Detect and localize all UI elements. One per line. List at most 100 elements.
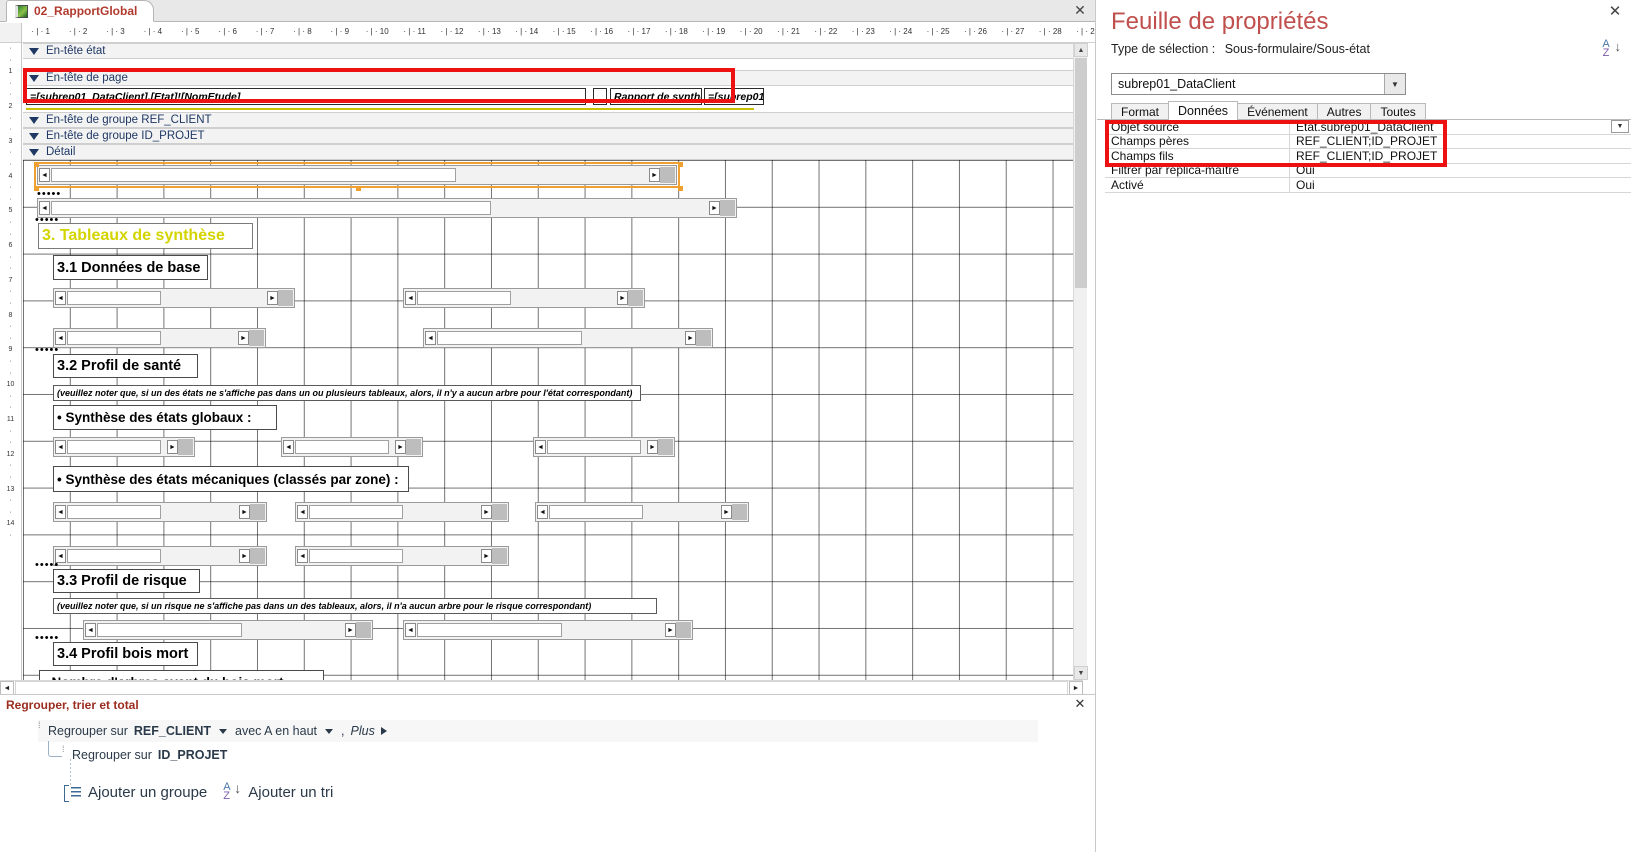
scroll-up-icon[interactable]: ▲ xyxy=(1074,43,1088,57)
scroll-thumb[interactable] xyxy=(406,439,421,455)
subrep-textbox-right[interactable]: =[subrep01 xyxy=(704,88,764,105)
canvas-vertical-scrollbar[interactable]: ▲ ▼ xyxy=(1073,43,1088,680)
section-31-title-label[interactable]: 3.1 Données de base xyxy=(53,255,208,280)
scroll-thumb[interactable] xyxy=(732,504,747,520)
add-sort-button[interactable]: A Z ↓ Ajouter un tri xyxy=(223,781,333,802)
section-header-report[interactable]: En-tête état xyxy=(23,43,1083,59)
scroll-right-icon[interactable]: ► xyxy=(481,549,492,563)
control-move-handle[interactable]: ••••• xyxy=(35,560,59,571)
scroll-right-icon[interactable]: ► xyxy=(617,291,628,305)
section-header-group-refclient[interactable]: En-tête de groupe REF_CLIENT xyxy=(23,112,1083,128)
scroll-left-icon[interactable]: ◄ xyxy=(55,291,66,305)
tab-format[interactable]: Format xyxy=(1111,103,1170,120)
horizontal-scroll-track[interactable] xyxy=(15,681,1068,695)
scroll-right-icon[interactable]: ► xyxy=(167,440,178,454)
scroll-thumb[interactable] xyxy=(249,330,264,346)
note-33-label[interactable]: (veuillez noter que, si un risque ne s'a… xyxy=(53,598,657,614)
scroll-right-icon[interactable]: ► xyxy=(647,440,658,454)
section-header-group-idprojet[interactable]: En-tête de groupe ID_PROJET xyxy=(23,128,1083,144)
subreport-control[interactable]: ◄ ► xyxy=(53,288,295,308)
document-tab-rapportglobal[interactable]: 02_RapportGlobal xyxy=(6,0,155,22)
rapport-synthese-label[interactable]: Rapport de synthèse xyxy=(610,88,702,105)
row-drag-handle[interactable]: ⁞ xyxy=(38,721,42,739)
scroll-thumb[interactable] xyxy=(356,622,371,638)
scroll-thumb[interactable] xyxy=(676,622,691,638)
bullet-bois-mort-label[interactable]: • Nombre d'arbres ayant du bois mort : xyxy=(39,670,324,680)
group-more-arrow-icon[interactable] xyxy=(380,727,387,735)
row-drag-handle[interactable]: ⁞ xyxy=(62,745,66,763)
scroll-thumb[interactable] xyxy=(492,504,507,520)
scroll-left-icon[interactable]: ◄ xyxy=(537,505,548,519)
tab-evenement[interactable]: Événement xyxy=(1237,103,1318,120)
group-row-refclient[interactable]: ⁞ Regrouper sur REF_CLIENT avec A en hau… xyxy=(38,720,1038,742)
scroll-thumb[interactable] xyxy=(492,548,507,564)
scroll-right-icon[interactable]: ► xyxy=(665,623,676,637)
control-move-handle[interactable]: ••••• xyxy=(37,189,61,200)
control-move-handle[interactable]: ••••• xyxy=(35,345,59,356)
scroll-right-icon[interactable]: ► xyxy=(721,505,732,519)
subreport-control[interactable]: ◄ ► xyxy=(83,620,373,640)
scroll-left-icon[interactable]: ◄ xyxy=(283,440,294,454)
subreport-control[interactable]: ◄ ► xyxy=(295,502,509,522)
subreport-control[interactable]: ◄ ► xyxy=(403,620,693,640)
scroll-left-icon[interactable]: ◄ xyxy=(297,505,308,519)
group-order-dropdown-icon[interactable] xyxy=(325,728,334,734)
group-order-label[interactable]: avec A en haut xyxy=(235,724,317,738)
scroll-thumb[interactable] xyxy=(628,290,643,306)
scroll-left-icon[interactable]: ◄ xyxy=(39,201,50,215)
scroll-right-icon[interactable]: ► xyxy=(709,201,720,215)
section-33-title-label[interactable]: 3.3 Profil de risque xyxy=(53,569,200,593)
property-row-champs-fils[interactable]: Champs fils REF_CLIENT;ID_PROJET xyxy=(1105,148,1631,164)
subreport-control[interactable]: ◄ ► xyxy=(37,198,737,218)
note-32-label[interactable]: (veuillez noter que, si un des états ne … xyxy=(53,385,641,401)
section-34-title-label[interactable]: 3.4 Profil bois mort xyxy=(53,642,198,666)
property-row-champs-peres[interactable]: Champs pères REF_CLIENT;ID_PROJET xyxy=(1105,134,1631,149)
scroll-thumb[interactable] xyxy=(178,439,193,455)
subreport-control[interactable]: ◄ ► xyxy=(423,328,713,348)
scroll-left-icon[interactable]: ◄ xyxy=(55,505,66,519)
add-group-button[interactable]: Ajouter un groupe xyxy=(64,784,207,802)
control-move-handle[interactable]: ••••• xyxy=(35,633,59,644)
scroll-right-icon[interactable]: ► xyxy=(239,549,250,563)
object-selector-combobox[interactable]: subrep01_DataClient ▼ xyxy=(1111,73,1406,95)
bullet-etats-globaux-label[interactable]: • Synthèse des états globaux : xyxy=(53,405,277,430)
scroll-right-icon[interactable]: ► xyxy=(1069,681,1083,695)
scroll-right-icon[interactable]: ► xyxy=(267,291,278,305)
group-row-idprojet[interactable]: ⁞ Regrouper sur ID_PROJET xyxy=(62,744,1042,766)
section-header-page[interactable]: En-tête de page xyxy=(23,70,1083,86)
group-more-link[interactable]: Plus xyxy=(351,724,375,738)
section-header-detail[interactable]: Détail xyxy=(23,144,1083,160)
property-value[interactable]: REF_CLIENT;ID_PROJET xyxy=(1290,149,1631,163)
subreport-control[interactable]: ◄ ► xyxy=(403,288,645,308)
band-page-header[interactable]: =[subrep01_DataClient].[Etat]![NomEtude]… xyxy=(23,86,1083,112)
scroll-thumb[interactable] xyxy=(720,200,735,216)
chevron-down-icon[interactable]: ▼ xyxy=(1384,74,1405,94)
scroll-left-icon[interactable]: ◄ xyxy=(425,331,436,345)
property-value[interactable]: Oui xyxy=(1290,178,1631,192)
scroll-right-icon[interactable]: ► xyxy=(685,331,696,345)
property-value[interactable]: REF_CLIENT;ID_PROJET xyxy=(1290,134,1631,148)
scroll-left-icon[interactable]: ◄ xyxy=(0,681,14,695)
section-32-title-label[interactable]: 3.2 Profil de santé xyxy=(53,354,198,378)
band-report-header[interactable] xyxy=(23,59,1083,70)
scroll-right-icon[interactable]: ► xyxy=(395,440,406,454)
close-property-sheet-button[interactable]: ✕ xyxy=(1607,4,1623,20)
subreport-control[interactable]: ◄ ► xyxy=(53,328,266,348)
group-field-idprojet[interactable]: ID_PROJET xyxy=(158,748,227,762)
scroll-left-icon[interactable]: ◄ xyxy=(535,440,546,454)
scroll-right-icon[interactable]: ► xyxy=(481,505,492,519)
scroll-right-icon[interactable]: ► xyxy=(239,505,250,519)
subreport-control-selected[interactable]: ◄ ► xyxy=(34,162,680,188)
scroll-right-icon[interactable]: ► xyxy=(238,331,249,345)
scroll-thumb[interactable] xyxy=(658,439,673,455)
scroll-left-icon[interactable]: ◄ xyxy=(405,623,416,637)
property-value[interactable]: État.subrep01_DataClient xyxy=(1290,120,1611,134)
vertical-scroll-thumb[interactable] xyxy=(1075,58,1087,288)
scroll-left-icon[interactable]: ◄ xyxy=(85,623,96,637)
scroll-down-icon[interactable]: ▼ xyxy=(1074,666,1088,680)
subreport-control[interactable]: ◄ ► xyxy=(535,502,749,522)
scroll-left-icon[interactable]: ◄ xyxy=(297,549,308,563)
scroll-left-icon[interactable]: ◄ xyxy=(55,440,66,454)
band-detail[interactable]: ◄ ► ••••• ◄ ► ••••• 3. Tableaux de synth… xyxy=(23,160,1083,680)
property-row-filtrer-replica[interactable]: Filtrer par replica-maître Oui xyxy=(1105,163,1631,178)
